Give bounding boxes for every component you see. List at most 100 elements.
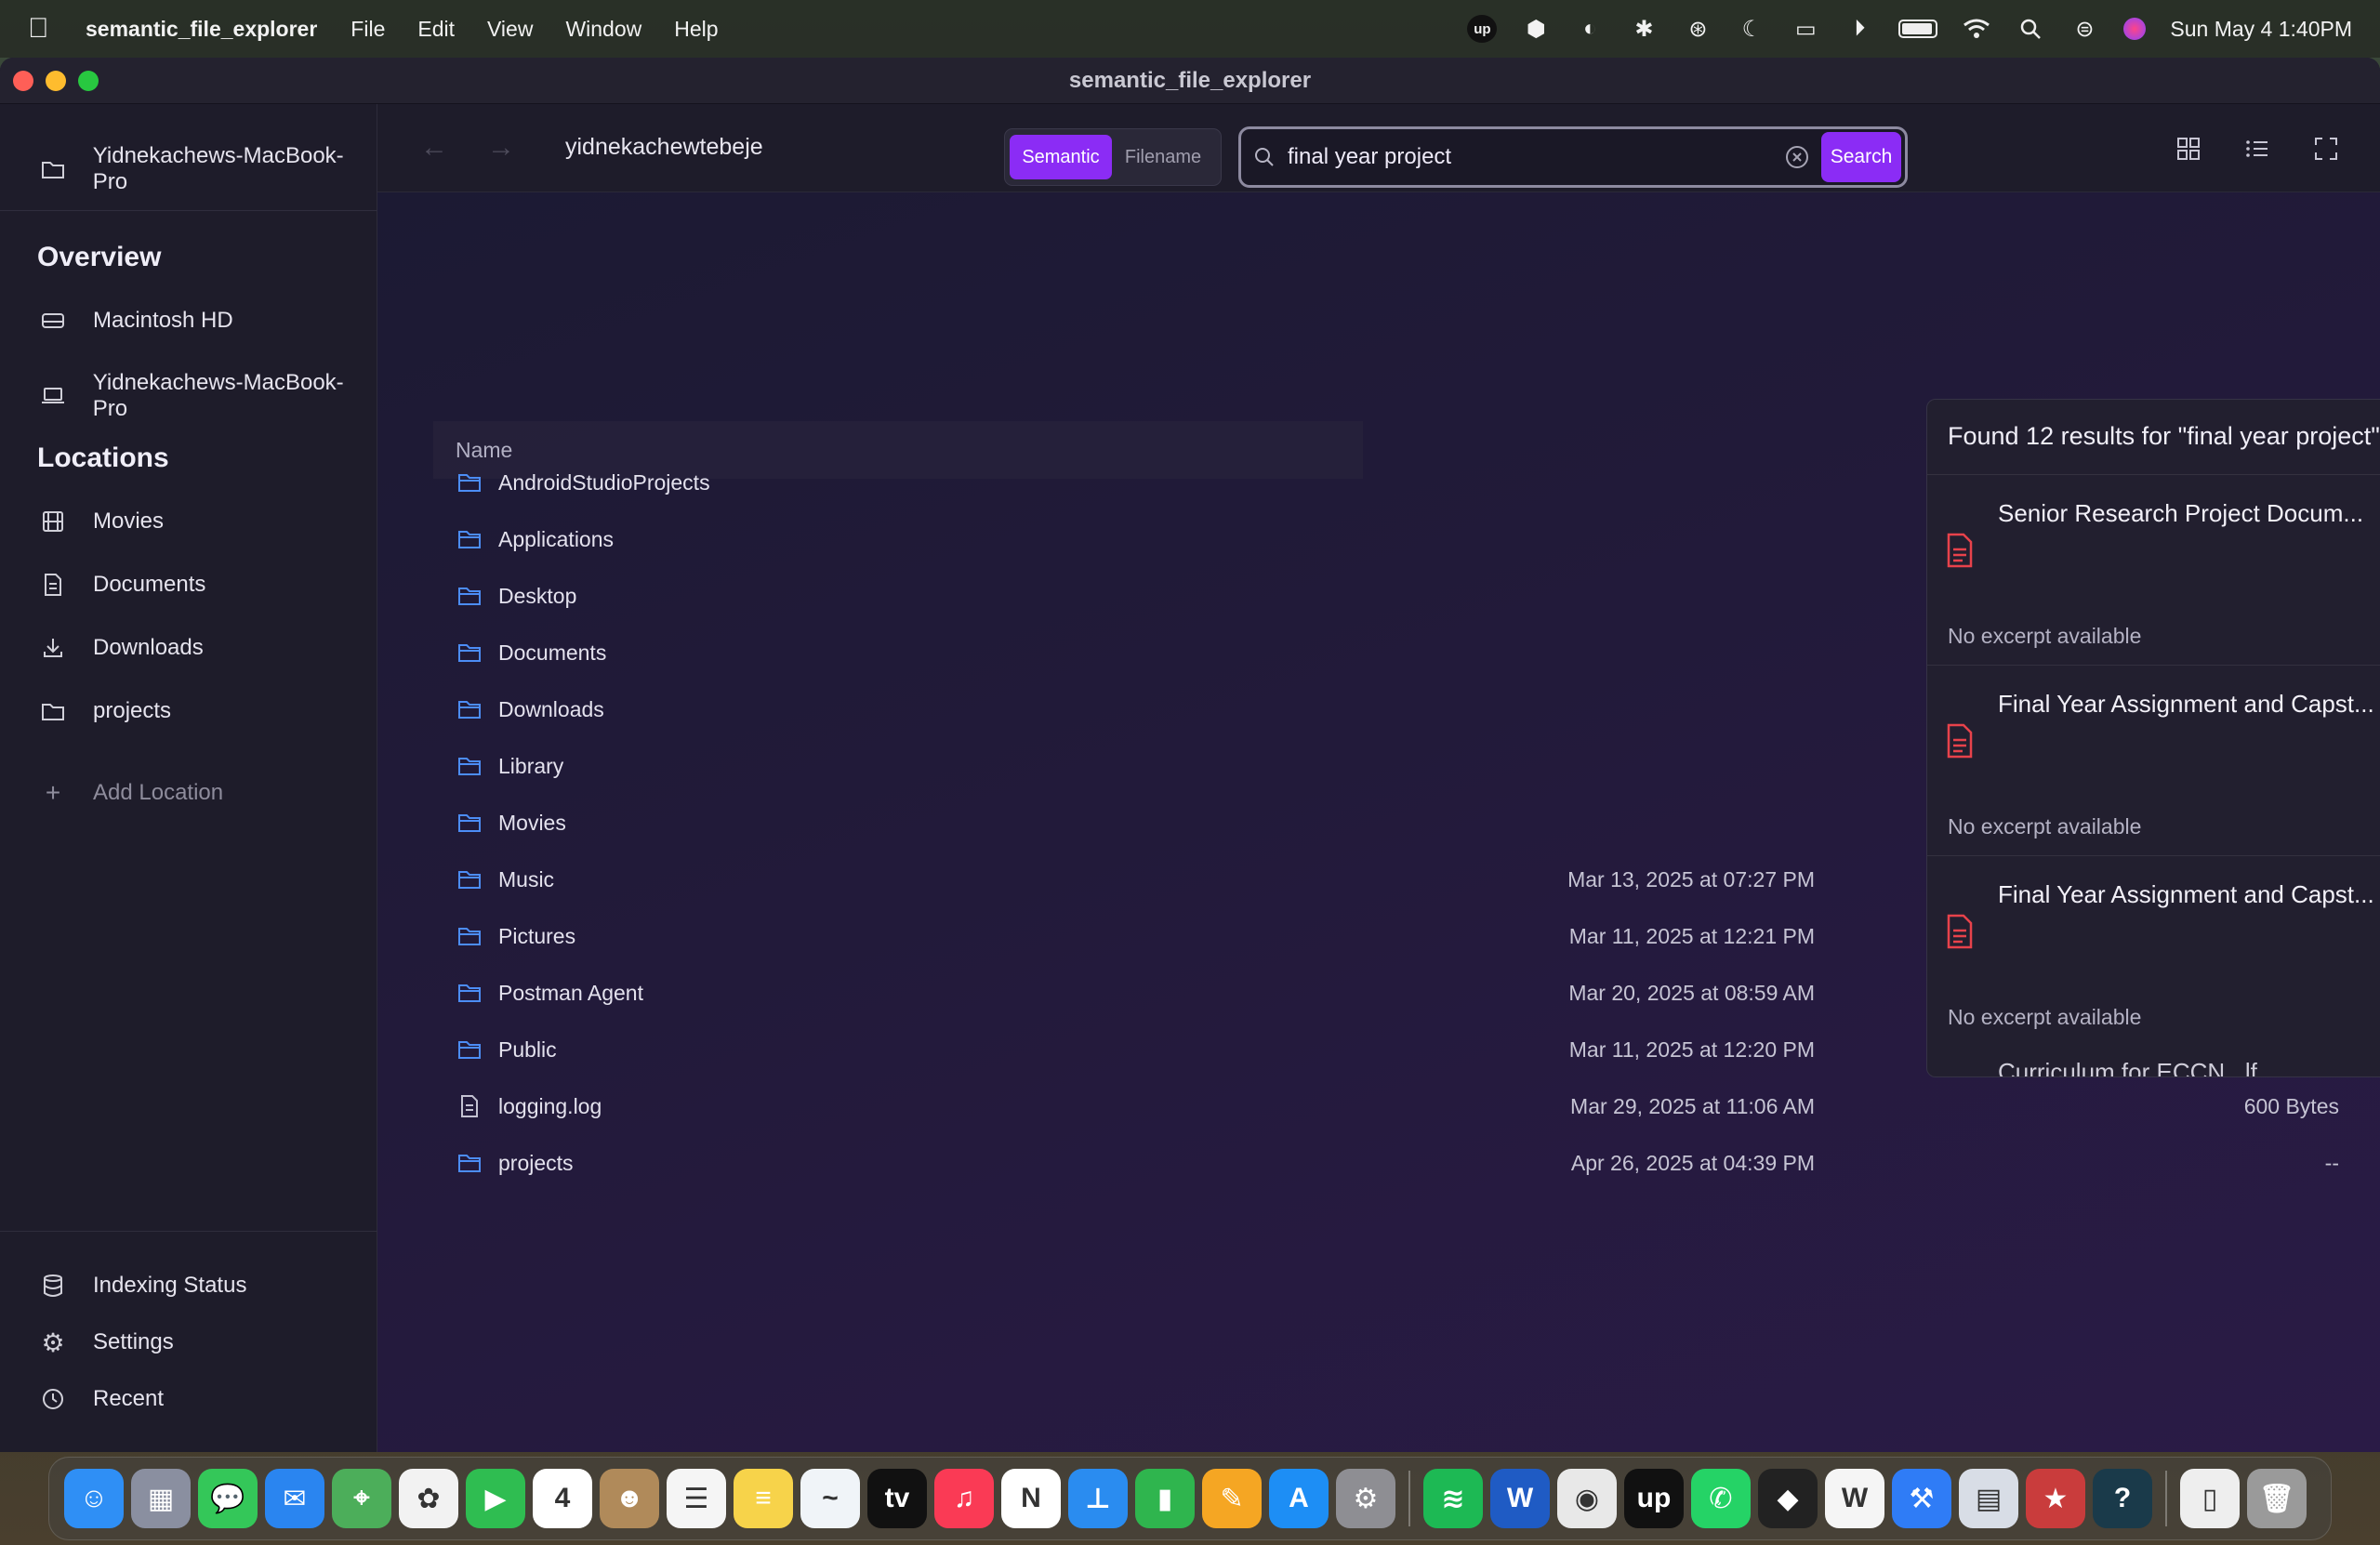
menu-app-name[interactable]: semantic_file_explorer — [86, 17, 317, 42]
shield-icon[interactable]: ⬢ — [1521, 15, 1551, 43]
dock-mail-icon[interactable]: ✉ — [265, 1469, 324, 1528]
feather-icon[interactable]: ◐ — [1575, 15, 1605, 43]
siri-icon[interactable] — [2123, 18, 2147, 40]
sidebar-item-root[interactable]: Yidnekachews-MacBook-Pro — [37, 143, 377, 195]
dock-trash-icon[interactable]: 🗑 — [2247, 1469, 2307, 1528]
dock-keynote-icon[interactable]: ⊥ — [1068, 1469, 1128, 1528]
semantic-mode-button[interactable]: Semantic — [1010, 135, 1112, 179]
dock-photo-booth-icon[interactable]: ★ — [2026, 1469, 2085, 1528]
sidebar-item-indexing-status[interactable]: Indexing Status — [37, 1272, 246, 1300]
search-result-card[interactable]: Final Year Assignment and Capst...e6df3d… — [1927, 665, 2380, 854]
dock-word-icon[interactable]: W — [1490, 1469, 1550, 1528]
menu-clock[interactable]: Sun May 4 1:40PM — [2170, 17, 2352, 42]
dock-document-file-icon[interactable]: ▯ — [2180, 1469, 2240, 1528]
file-modified-date: Mar 11, 2025 at 12:21 PM — [1568, 923, 1815, 948]
dock-facetime-icon[interactable]: ▶ — [466, 1469, 525, 1528]
grid-view-icon[interactable] — [2175, 136, 2203, 164]
sidebar-item-macbook[interactable]: Yidnekachews-MacBook-Pro — [37, 370, 377, 422]
dock-finder-icon[interactable]: ☺ — [64, 1469, 124, 1528]
close-button[interactable] — [13, 71, 33, 91]
chatgpt-icon[interactable]: ⊛ — [1683, 15, 1712, 43]
wifi-icon[interactable] — [1962, 15, 1991, 43]
back-arrow-icon[interactable]: ← — [420, 132, 448, 164]
dock-chrome-icon[interactable]: ◉ — [1557, 1469, 1617, 1528]
search-input[interactable] — [1288, 144, 1782, 170]
dock-contacts-icon[interactable]: ☻ — [600, 1469, 659, 1528]
control-center-icon[interactable]: ⊜ — [2069, 15, 2099, 43]
dock-reminders-icon[interactable]: ☰ — [667, 1469, 726, 1528]
forward-arrow-icon[interactable]: → — [487, 132, 515, 164]
search-button[interactable]: Search — [1821, 132, 1901, 182]
dock-launchpad-icon[interactable]: ▦ — [131, 1469, 191, 1528]
result-title[interactable]: Senior Research Project Docum... — [1998, 499, 2380, 528]
apple-icon[interactable]:  — [28, 13, 56, 45]
result-title[interactable]: Final Year Assignment and Capst... — [1998, 690, 2380, 719]
filename-mode-button[interactable]: Filename — [1112, 135, 1214, 179]
dock-news-icon[interactable]: N — [1001, 1469, 1061, 1528]
add-location-button[interactable]: + Add Location — [37, 778, 223, 807]
fullscreen-icon[interactable] — [2313, 136, 2341, 164]
app-window: semantic_file_explorer Yidnekachews-MacB… — [0, 58, 2380, 1452]
menu-help[interactable]: Help — [674, 17, 718, 42]
dock-cube-app-icon[interactable]: ◆ — [1758, 1469, 1818, 1528]
dock-apple-tv-icon[interactable]: tv — [867, 1469, 927, 1528]
maximize-button[interactable] — [78, 71, 99, 91]
column-name-header[interactable]: Name — [456, 438, 512, 463]
sidebar-item-recent[interactable]: Recent — [37, 1385, 164, 1413]
window-title: semantic_file_explorer — [1068, 67, 1312, 93]
dock-freeform-icon[interactable]: ~ — [800, 1469, 860, 1528]
dock-spotify-icon[interactable]: ≋ — [1423, 1469, 1483, 1528]
dock-photos-icon[interactable]: ✿ — [399, 1469, 458, 1528]
sidebar-item-macintosh-hd[interactable]: Macintosh HD — [37, 307, 233, 335]
display-icon[interactable]: ▭ — [1791, 15, 1820, 43]
file-row[interactable]: logging.log Mar 29, 2025 at 11:06 AM 600 B… — [456, 1088, 2380, 1125]
clear-search-icon[interactable] — [1782, 142, 1812, 172]
dock-wps-icon[interactable]: W — [1825, 1469, 1884, 1528]
bug-icon[interactable]: ✱ — [1629, 15, 1659, 43]
file-name: Postman Agent — [498, 980, 643, 1005]
result-title[interactable]: Curriculum for ECCN...lf — [1998, 1058, 2257, 1076]
search-icon[interactable] — [2016, 15, 2045, 43]
sidebar-item-documents[interactable]: Documents — [37, 571, 205, 599]
sidebar-item-downloads[interactable]: Downloads — [37, 634, 204, 662]
menu-window[interactable]: Window — [565, 17, 641, 42]
sidebar-item-label: Documents — [93, 572, 206, 597]
battery-icon[interactable] — [1898, 20, 1938, 38]
sidebar-item-movies[interactable]: Movies — [37, 508, 164, 535]
sidebar-item-label: Yidnekachews-MacBook-Pro — [92, 370, 344, 421]
search-mode-toggle: Semantic Filename — [1004, 128, 1222, 186]
dock-notes-icon[interactable]: ≡ — [734, 1469, 793, 1528]
result-excerpt: No excerpt available — [1948, 1005, 2142, 1029]
dock-music-icon[interactable]: ♫ — [934, 1469, 994, 1528]
menu-view[interactable]: View — [487, 17, 533, 42]
play-icon[interactable]: ⏵ — [1844, 15, 1874, 43]
dock-numbers-icon[interactable]: ▮ — [1135, 1469, 1195, 1528]
dock-upwork-icon[interactable]: up — [1624, 1469, 1684, 1528]
minimize-button[interactable] — [46, 71, 66, 91]
search-result-card[interactable]: Final Year Assignment and Capst...1d979b… — [1927, 855, 2380, 1045]
dock-system-settings-icon[interactable]: ⚙ — [1336, 1469, 1395, 1528]
file-icon — [456, 1092, 483, 1120]
search-result-card[interactable]: Senior Research Project Docum...7708d1..… — [1927, 474, 2380, 664]
upwork-icon[interactable]: up — [1467, 15, 1498, 43]
moon-icon[interactable]: ☾ — [1737, 15, 1766, 43]
dock-maps-icon[interactable]: ⌖ — [332, 1469, 391, 1528]
result-title[interactable]: Final Year Assignment and Capst... — [1998, 880, 2380, 909]
dock-copilot-icon[interactable]: ? — [2093, 1469, 2152, 1528]
dock-separator — [1408, 1471, 1410, 1526]
menu-file[interactable]: File — [350, 17, 385, 42]
file-row[interactable]: projects Apr 26, 2025 at 04:39 PM -- — [456, 1144, 2380, 1182]
file-name: projects — [498, 1150, 574, 1175]
dock-app-store-icon[interactable]: A — [1269, 1469, 1329, 1528]
dock-pages-icon[interactable]: ✎ — [1202, 1469, 1262, 1528]
list-view-icon[interactable] — [2244, 136, 2272, 164]
sidebar-item-projects[interactable]: projects — [37, 697, 171, 725]
dock-messages-icon[interactable]: 💬 — [198, 1469, 258, 1528]
dock-preview-icon[interactable]: ▤ — [1959, 1469, 2018, 1528]
current-path: yidnekachewtebeje — [565, 134, 763, 160]
sidebar-item-settings[interactable]: ⚙ Settings — [37, 1328, 173, 1357]
menu-edit[interactable]: Edit — [417, 17, 455, 42]
dock-whatsapp-icon[interactable]: ✆ — [1691, 1469, 1751, 1528]
dock-xcode-icon[interactable]: ⚒ — [1892, 1469, 1951, 1528]
dock-calendar-icon[interactable]: 4 — [533, 1469, 592, 1528]
